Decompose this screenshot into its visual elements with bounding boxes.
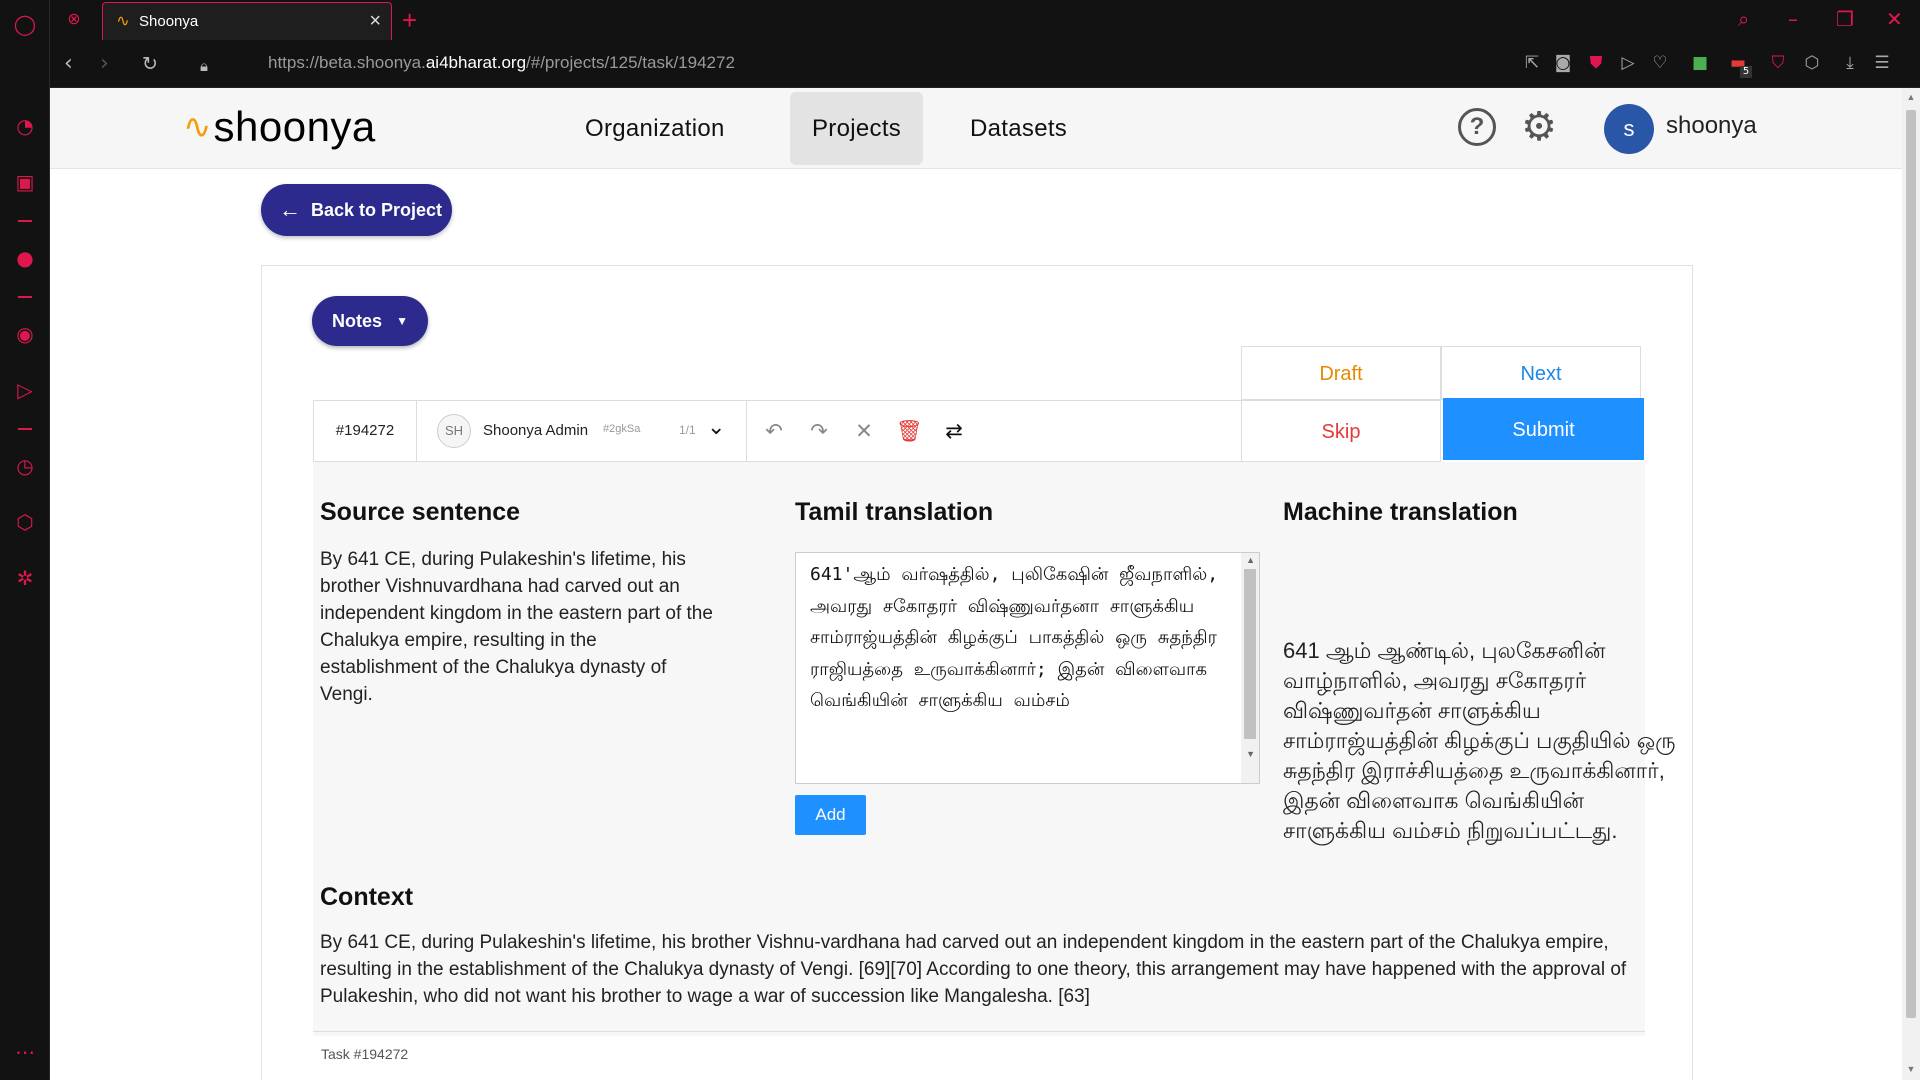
back-to-project-button[interactable]: ← Back to Project [261,184,452,236]
shield-icon[interactable]: ⛊ [1586,53,1606,73]
search-tabs-icon[interactable]: ⌕ [1738,4,1749,34]
minimize-icon[interactable]: – [1788,4,1798,34]
shopping-bag-icon[interactable]: ▣ [13,170,37,194]
annotator-name: Shoonya Admin [483,422,589,439]
submit-button[interactable]: Submit [1443,398,1644,460]
tab-close-icon[interactable]: × [369,9,381,33]
page-scrollbar[interactable]: ▲ ▼ [1902,88,1920,1080]
new-tab-icon[interactable]: + [402,5,417,35]
extension-cube-icon[interactable]: ■ [1690,53,1710,73]
scroll-down-icon[interactable]: ▼ [1246,749,1255,759]
tab-title: Shoonya [139,13,199,30]
forward-nav-icon[interactable]: › [100,50,109,78]
user-name[interactable]: shoonya [1666,112,1757,140]
notes-button[interactable]: Notes ▼ [312,296,428,346]
redo-icon[interactable]: ↷ [806,418,832,444]
reset-icon[interactable]: ✕ [851,418,877,444]
lock-icon[interactable]: 🔒︎ [200,52,208,80]
draft-button[interactable]: Draft [1241,346,1441,400]
extensions-icon[interactable]: ⬡ [1802,53,1822,73]
app-header: ∿ shoonya Organization Projects Datasets… [50,88,1902,169]
caret-down-icon: ▼ [396,314,408,328]
divider [313,1031,1645,1032]
arrow-left-icon: ← [279,197,301,222]
avatar[interactable]: s [1604,104,1654,154]
mt-title: Machine translation [1283,498,1518,526]
send-icon[interactable]: ▷ [13,378,37,402]
scroll-down-icon[interactable]: ▼ [1906,1064,1916,1074]
send-icon[interactable]: ▷ [1618,53,1638,73]
task-id: #194272 [314,401,417,461]
annotator-avatar: SH [437,414,471,448]
annotation-count: 1/1 [679,423,696,437]
url-field[interactable]: https://beta.shoonya.ai4bharat.org/#/pro… [268,53,735,73]
translation-title: Tamil translation [795,498,994,526]
source-title: Source sentence [320,498,521,526]
gear-icon[interactable]: ⚙ [1518,106,1560,148]
delete-icon[interactable]: 🗑︎ [896,418,923,444]
footer-task-id: Task #194272 [321,1046,409,1062]
chevron-down-icon[interactable]: ⌄ [707,415,725,440]
annotation-selector[interactable]: SH Shoonya Admin #2gkSa 1/1 ⌄ [417,401,747,461]
reload-icon[interactable]: ↻ [142,50,158,78]
download-icon[interactable]: ⤓ [1840,53,1860,73]
swap-icon[interactable]: ⇄ [941,418,967,444]
settings-icon[interactable]: ✲ [13,566,37,590]
nav-organization[interactable]: Organization [563,92,747,165]
textarea-scrollbar[interactable]: ▲ ▼ [1241,553,1259,783]
mt-text: 641 ஆம் ஆண்டில், புலகேசனின் வாழ்நாளில், … [1283,638,1676,843]
annotation-hash: #2gkSa [603,423,641,435]
sidebar-divider [18,428,32,430]
scroll-up-icon[interactable]: ▲ [1246,555,1255,565]
camera-icon[interactable]: ◙ [1553,53,1573,73]
opera-logo-icon[interactable]: ◯ [13,12,37,36]
translation-textarea[interactable]: 641'ஆம் வர்ஷத்தில், புலிகேஷின் ஜீவநாளில்… [795,552,1260,784]
next-button[interactable]: Next [1441,346,1641,400]
annotation-toolbar: #194272 SH Shoonya Admin #2gkSa 1/1 ⌄ ↶ … [313,400,1241,462]
context-title: Context [320,883,414,911]
shoonya-favicon-icon: ∿ [116,13,130,30]
back-nav-icon[interactable]: ‹ [64,50,73,78]
source-text: By 641 CE, during Pulakeshin's lifetime,… [320,549,713,705]
restore-icon[interactable]: ❐ [1836,4,1854,34]
sidebar-divider [18,296,32,298]
textarea-scroll-thumb[interactable] [1244,569,1256,739]
scroll-up-icon[interactable]: ▲ [1906,92,1916,102]
easy-setup-icon[interactable]: ☰ [1872,53,1892,73]
browser-tab[interactable]: ∿ Shoonya × [102,2,392,40]
translation-text: 641'ஆம் வர்ஷத்தில், புலிகேஷின் ஜீவநாளில்… [810,564,1229,711]
nav-datasets[interactable]: Datasets [948,92,1089,165]
close-window-icon[interactable]: ✕ [1886,4,1903,34]
back-button-label: Back to Project [311,200,443,220]
help-icon[interactable]: ? [1458,108,1496,146]
add-button[interactable]: Add [795,795,866,835]
heart-icon[interactable]: ♡ [1650,53,1670,73]
address-bar: ‹ › ↻ 🔒︎ https://beta.shoonya.ai4bharat.… [50,40,1920,88]
history-icon[interactable]: ◷ [13,454,37,478]
pocket-icon[interactable]: ⛉ [1768,53,1788,73]
shoonya-logo-icon: ∿ [183,107,212,147]
page-scroll-thumb[interactable] [1906,110,1916,1018]
tab-strip: ⊗ ∿ Shoonya × + ⌕ – ❐ ✕ [50,0,1920,40]
share-icon[interactable]: ⇱ [1522,53,1542,73]
nav-projects[interactable]: Projects [790,92,924,165]
web-page: ∿ shoonya Organization Projects Datasets… [50,88,1902,1080]
skip-button[interactable]: Skip [1241,400,1441,462]
logo-text: shoonya [213,103,376,150]
more-icon[interactable]: ⋯ [13,1040,37,1064]
whatsapp-icon[interactable]: ● [13,246,37,270]
box-icon[interactable]: ⬡ [13,510,37,534]
context-text: By 641 CE, during Pulakeshin's lifetime,… [320,932,1627,1007]
shoonya-logo[interactable]: ∿ shoonya [183,102,376,152]
undo-icon[interactable]: ↶ [761,418,787,444]
sidebar-divider [18,220,32,222]
notes-label: Notes [332,311,383,331]
gamepad-icon[interactable]: ⊗ [62,8,86,32]
extension-badge-count: 5 [1740,66,1752,78]
speed-dial-icon[interactable]: ◔ [13,114,37,138]
browser-sidebar: ◯ ◔ ▣ ● ◉ ▷ ◷ ⬡ ✲ ⋯ [0,0,50,1080]
player-icon[interactable]: ◉ [13,322,37,346]
